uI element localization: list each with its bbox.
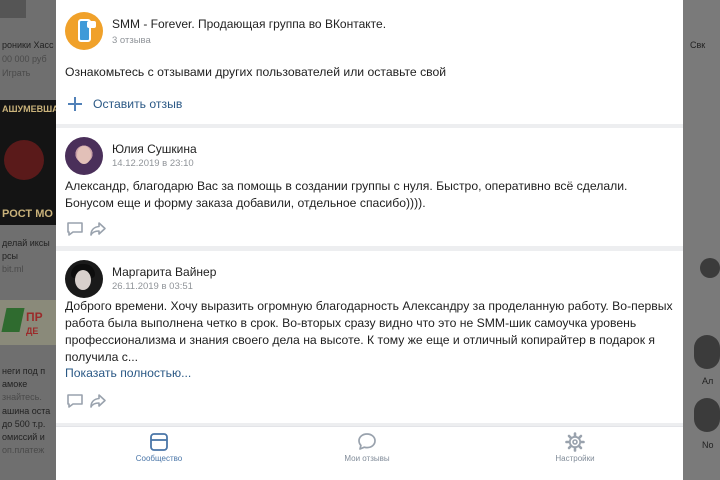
background-ad-text: 00 000 руб <box>2 54 47 64</box>
tab-label: Сообщество <box>135 454 183 463</box>
gear-icon <box>564 431 586 453</box>
background-banner-graphic <box>1 308 25 332</box>
background-avatar <box>694 398 720 432</box>
share-icon[interactable] <box>89 393 107 409</box>
bottom-tab-bar: Сообщество Мои отзывы Настройки <box>56 426 683 480</box>
plus-icon[interactable] <box>67 96 83 112</box>
background-ad-title: делай иксы <box>2 238 50 248</box>
background-ad-text: Играть <box>2 68 31 78</box>
background-ad-title: роники Хасс <box>2 40 54 50</box>
tab-settings[interactable]: Настройки <box>515 427 635 480</box>
comment-icon[interactable] <box>66 221 84 237</box>
background-ad-title: рсы <box>2 251 18 261</box>
background-ad-banner: ПР ДЕ <box>0 300 56 345</box>
review-author[interactable]: Маргарита Вайнер <box>112 265 216 279</box>
add-review-button[interactable]: Оставить отзыв <box>93 97 182 111</box>
review-card: Маргарита Вайнер 26.11.2019 в 03:51 Добр… <box>56 251 683 423</box>
background-banner-text: РОСТ МО <box>2 208 53 220</box>
review-text: Доброго времени. Хочу выразить огромную … <box>65 299 673 364</box>
background-ad-banner: АШУМЕВША РОСТ МО <box>0 100 59 225</box>
background-thumbnail <box>0 0 26 18</box>
group-intro-text: Ознакомьтесь с отзывами других пользоват… <box>65 65 447 79</box>
tab-community[interactable]: Сообщество <box>99 427 219 480</box>
group-info-card: SMM - Forever. Продающая группа во ВКонт… <box>56 0 683 124</box>
background-banner-text: ДЕ <box>26 326 39 336</box>
background-right-text: Свк <box>690 40 706 50</box>
review-text: Александр, благодарю Вас за помощь в соз… <box>65 179 628 210</box>
background-ad-title: неги под п <box>2 366 46 376</box>
background-avatar <box>700 258 720 278</box>
group-avatar[interactable] <box>65 12 103 50</box>
background-ad-text: bit.ml <box>2 264 24 274</box>
tab-label: Настройки <box>555 454 595 463</box>
review-author[interactable]: Юлия Сушкина <box>112 142 197 156</box>
chat-bubble-icon <box>356 431 378 453</box>
reviews-count: 3 отзыва <box>112 35 151 46</box>
background-right-text: Ал <box>702 376 714 386</box>
background-ad-text: знайтесь. <box>2 392 42 402</box>
share-icon[interactable] <box>89 221 107 237</box>
avatar-face <box>75 270 91 290</box>
group-title[interactable]: SMM - Forever. Продающая группа во ВКонт… <box>112 17 386 31</box>
review-date: 26.11.2019 в 03:51 <box>112 281 193 292</box>
background-ad-title: амоке <box>2 379 28 389</box>
background-banner-title: АШУМЕВША <box>2 104 59 114</box>
message-bubble-icon <box>87 21 96 28</box>
background-banner-text: ПР <box>26 310 43 324</box>
background-avatar <box>694 335 720 369</box>
review-card: Юлия Сушкина 14.12.2019 в 23:10 Александ… <box>56 128 683 246</box>
tab-label: Мои отзывы <box>344 454 390 463</box>
reviews-modal: SMM - Forever. Продающая группа во ВКонт… <box>56 0 683 480</box>
tab-my-reviews[interactable]: Мои отзывы <box>307 427 427 480</box>
avatar[interactable] <box>65 137 103 175</box>
background-ad-text: оп.платеж <box>2 445 45 455</box>
background-banner-graphic <box>4 140 44 180</box>
avatar-face <box>77 146 91 164</box>
avatar[interactable] <box>65 260 103 298</box>
show-more-link[interactable]: Показать полностью... <box>65 366 191 380</box>
community-icon <box>148 431 170 453</box>
background-ad-title: омиссий и <box>2 432 45 442</box>
background-ad-title: до 500 т.р. <box>2 419 46 429</box>
review-date: 14.12.2019 в 23:10 <box>112 158 194 169</box>
background-right-text: Nо <box>702 440 714 450</box>
background-ad-title: ашина оста <box>2 406 51 416</box>
comment-icon[interactable] <box>66 393 84 409</box>
